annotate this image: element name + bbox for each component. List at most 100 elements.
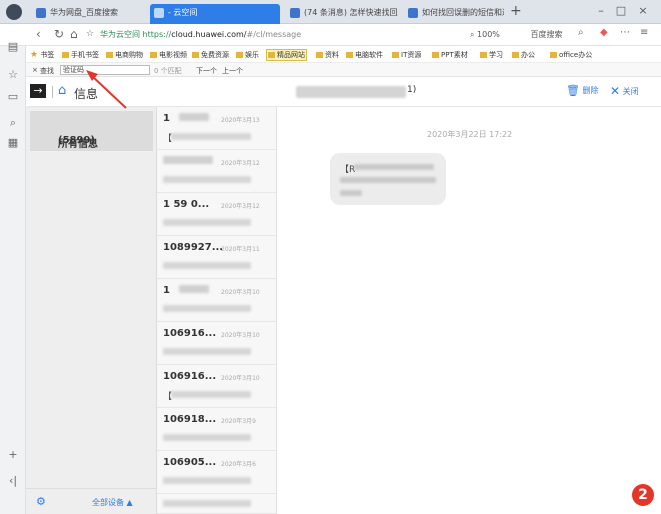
bookmark-item[interactable]: PPT素材	[432, 50, 468, 60]
contact-count: 1)	[407, 85, 417, 95]
bookmark-item[interactable]: IT资源	[392, 50, 421, 60]
tab-favicon-icon	[36, 8, 46, 18]
gear-icon[interactable]: ⚙	[36, 495, 46, 508]
close-window-button[interactable]: ×	[636, 4, 650, 17]
browser-sidebar: ▤ ☆ ▭ ⌕ ▦ + ‹|	[0, 40, 26, 514]
bookmark-item[interactable]: 电脑软件	[346, 50, 383, 60]
toolbar-right: ⌕ 100% 百度搜索	[470, 29, 562, 40]
list-item[interactable]: 1089927... 2020年3月11	[157, 236, 276, 279]
bookmark-item[interactable]: 娱乐	[236, 50, 259, 60]
zoom-level: 100%	[477, 30, 500, 39]
folder-icon	[432, 52, 439, 58]
conversation-list: 1 2020年3月13 【 2020年3月12 1 59 0... 2020年3…	[157, 107, 277, 514]
sidebar-search-icon[interactable]: ⌕	[6, 116, 20, 130]
browser-logo-icon[interactable]	[6, 4, 22, 20]
menu-dots-icon[interactable]: ⋯	[620, 27, 630, 38]
delete-button[interactable]: 🗑 删除	[566, 84, 599, 97]
list-item[interactable]: 106918... 2020年3月9	[157, 408, 276, 451]
find-input[interactable]: 验证码	[60, 65, 150, 75]
folder-icon	[316, 52, 323, 58]
folders-footer: ⚙ 全部设备 ▲	[26, 488, 157, 514]
zoom-icon[interactable]: ⌕	[470, 30, 474, 39]
message-bubble[interactable]: 【R	[330, 153, 446, 205]
bookmarks-bar: ★ 书签 手机书签 电商购物 电影视频 免费资源 娱乐 精品网站 资料 电脑软件…	[0, 46, 661, 63]
bookmark-item[interactable]: 电影视频	[150, 50, 187, 60]
tab-1-active[interactable]: - 云空间	[150, 4, 280, 24]
tab-favicon-icon	[290, 8, 300, 18]
list-item[interactable]: 1 59 0... 2020年3月12	[157, 193, 276, 236]
bookmark-item[interactable]: ★ 书签	[30, 50, 54, 60]
folder-icon	[480, 52, 487, 58]
find-prev-button[interactable]: 上一个	[222, 66, 243, 76]
maximize-button[interactable]: □	[614, 4, 628, 17]
bookmark-item[interactable]: 学习	[480, 50, 503, 60]
sidebar-window-icon[interactable]: ▭	[6, 90, 20, 103]
folder-icon	[192, 52, 199, 58]
find-match-count: 0 个匹配	[154, 67, 182, 75]
list-item[interactable]: 106916... 2020年3月10 【	[157, 365, 276, 408]
bookmark-item[interactable]: office办公	[550, 50, 592, 60]
bookmark-star-icon[interactable]: ☆	[86, 29, 94, 39]
bookmark-item[interactable]: 办公	[512, 50, 535, 60]
folder-icon	[550, 52, 557, 58]
list-item[interactable]: 1 2020年3月13 【	[157, 107, 276, 150]
page-title: 信息	[74, 87, 99, 101]
browser-tab-bar: 华为网盘_百度搜索 - 云空间 (74 条消息) 怎样快速找回删除的短信... …	[0, 0, 661, 24]
sidebar-collapse-icon[interactable]: ‹|	[6, 474, 20, 487]
find-next-button[interactable]: 下一个	[196, 66, 217, 76]
list-item[interactable]: 1 2020年3月10	[157, 279, 276, 322]
search-engine-hint[interactable]: 百度搜索	[530, 30, 562, 39]
folder-icon	[236, 52, 243, 58]
sidebar-favorites-icon[interactable]: ☆	[6, 68, 20, 81]
header-divider	[52, 86, 53, 98]
sidebar-notes-icon[interactable]: ▦	[6, 136, 20, 149]
list-item[interactable]: 106905... 2020年3月6	[157, 451, 276, 494]
new-tab-button[interactable]: +	[510, 3, 522, 19]
star-icon: ★	[30, 50, 39, 60]
message-folders: 所有信息 (5899) ⚙ 全部设备 ▲	[26, 107, 157, 514]
step-number-badge: 2	[632, 484, 654, 506]
sidebar-tabs-icon[interactable]: ▤	[6, 40, 20, 53]
bookmark-item[interactable]: 免费资源	[192, 50, 229, 60]
expand-sidebar-button[interactable]: →	[30, 84, 46, 98]
sidebar-add-icon[interactable]: +	[6, 448, 20, 461]
search-icon[interactable]: ⌕	[578, 27, 584, 38]
bookmark-item[interactable]: 资料	[316, 50, 339, 60]
tab-favicon-icon	[154, 8, 164, 18]
folder-icon	[392, 52, 399, 58]
bookmark-item-highlighted[interactable]: 精品网站	[266, 49, 307, 61]
find-close-button[interactable]: ×	[32, 66, 38, 74]
extension-icon[interactable]: ◆	[600, 27, 608, 38]
tab-2[interactable]: (74 条消息) 怎样快速找回删除的短信...	[286, 4, 398, 24]
folder-icon	[268, 52, 275, 58]
app-header: → ⌂ 信息 1) 🗑 删除 ✕ 关闭	[26, 77, 661, 107]
close-icon: ✕	[610, 84, 621, 98]
home-icon[interactable]: ⌂	[58, 83, 66, 98]
folder-icon	[346, 52, 353, 58]
find-bar: × 查找 验证码 0 个匹配 下一个 上一个	[26, 63, 661, 77]
device-selector[interactable]: 全部设备 ▲	[92, 497, 133, 508]
back-icon[interactable]: ‹	[36, 27, 41, 41]
bookmark-item[interactable]: 电商购物	[106, 50, 143, 60]
address-input[interactable]: 华为云空间 https://cloud.huawei.com/#/cl/mess…	[100, 27, 520, 43]
contact-name-blurred	[296, 86, 406, 98]
folder-all-messages[interactable]: 所有信息 (5899)	[30, 111, 153, 151]
message-thread: 2020年3月22日 17:22 【R	[277, 107, 661, 514]
tab-0[interactable]: 华为网盘_百度搜索	[32, 4, 144, 24]
message-timestamp: 2020年3月22日 17:22	[427, 130, 513, 139]
menu-icon[interactable]: ≡	[640, 27, 648, 38]
list-item[interactable]: 106916... 2020年3月10	[157, 322, 276, 365]
close-button[interactable]: ✕ 关闭	[610, 84, 639, 98]
reload-icon[interactable]: ↻	[54, 27, 64, 41]
address-toolbar: ‹ ↻ ⌂ ☆ 华为云空间 https://cloud.huawei.com/#…	[0, 24, 661, 46]
list-item[interactable]	[157, 494, 276, 514]
minimize-button[interactable]: –	[594, 4, 608, 17]
folder-icon	[512, 52, 519, 58]
tab-3[interactable]: 如何找回误删的短信和通话记录	[404, 4, 504, 24]
home-icon[interactable]: ⌂	[70, 27, 78, 41]
find-label: 查找	[40, 67, 54, 75]
tab-favicon-icon	[408, 8, 418, 18]
bookmark-item[interactable]: 手机书签	[62, 50, 99, 60]
list-item[interactable]: 2020年3月12	[157, 150, 276, 193]
folder-icon	[62, 52, 69, 58]
